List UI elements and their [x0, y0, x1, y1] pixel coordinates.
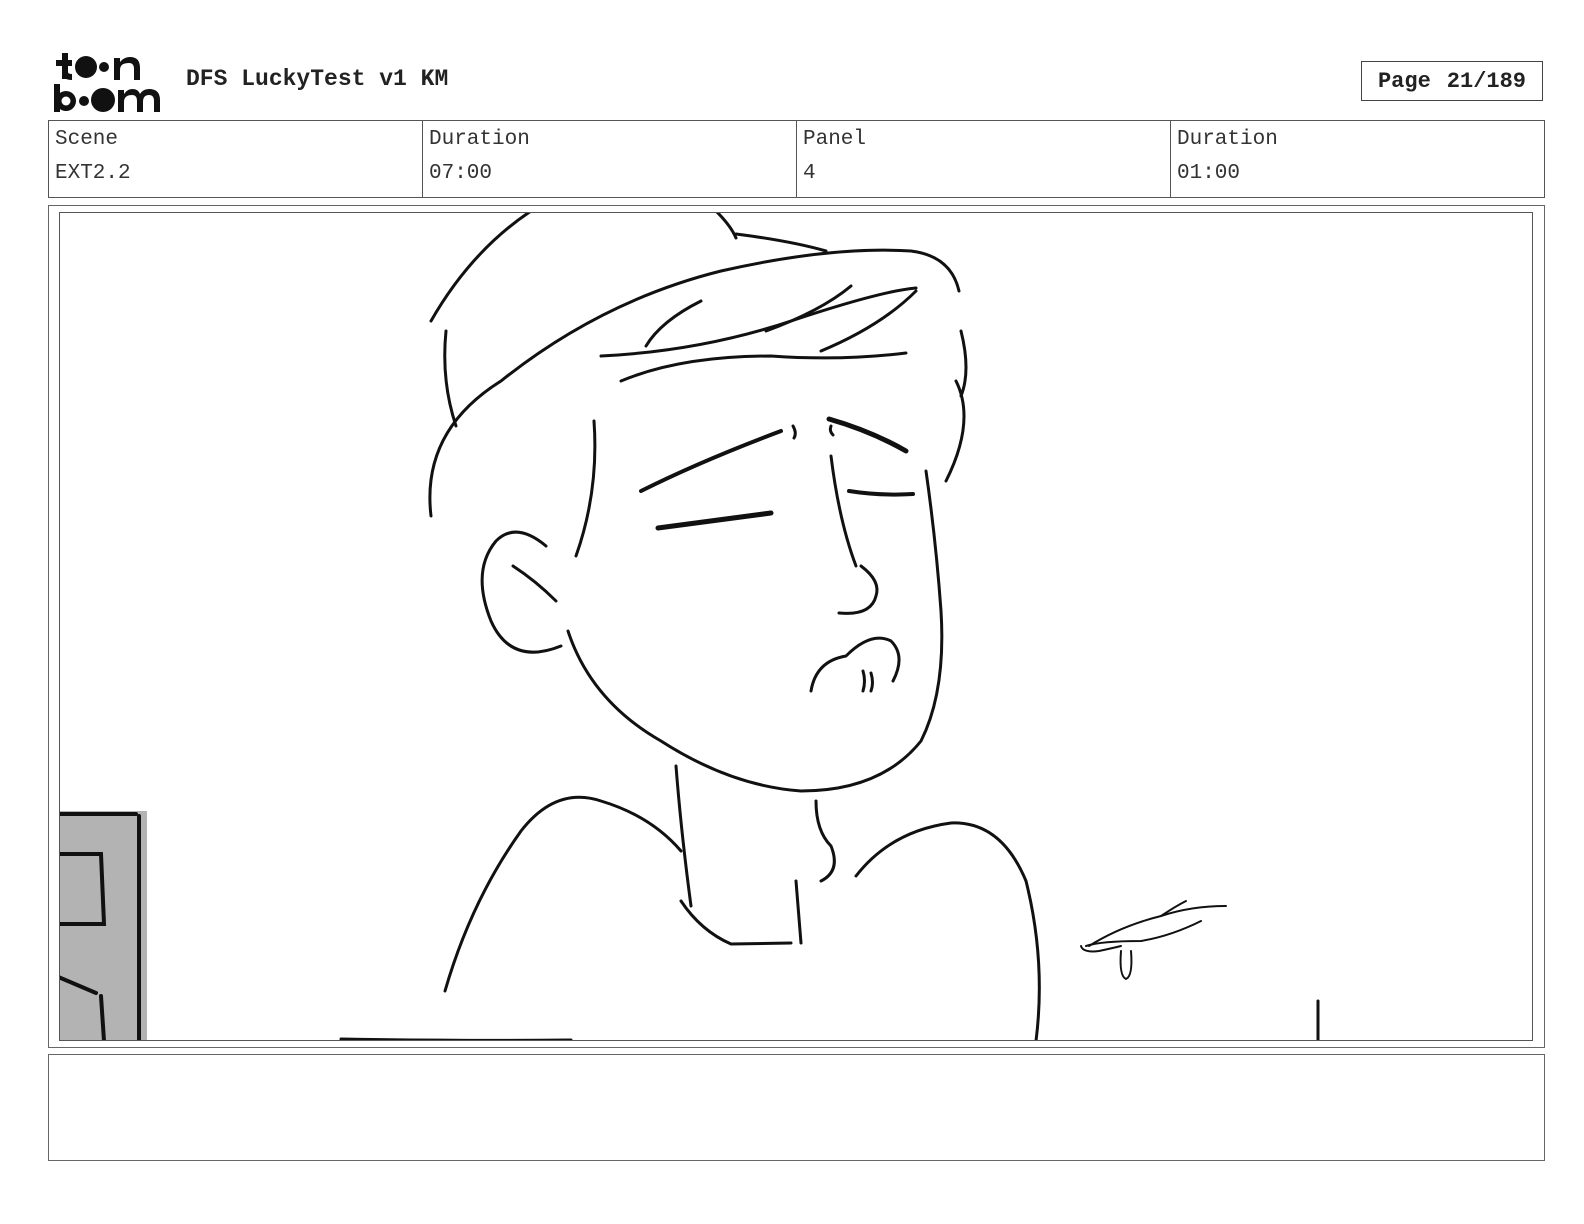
scene-duration-value: 07:00: [429, 162, 493, 185]
page-number: 21/189: [1446, 68, 1527, 94]
page-indicator: Page 21/189: [1361, 61, 1543, 101]
scene-info-row: Scene EXT2.2 Duration 07:00 Panel 4 Dura…: [48, 120, 1545, 198]
page-label: Page: [1377, 68, 1431, 94]
panel-label: Panel: [803, 128, 867, 151]
scene-cell: Scene EXT2.2: [49, 121, 423, 197]
scene-duration-label: Duration: [429, 128, 530, 151]
panel-duration-value: 01:00: [1177, 162, 1241, 185]
scene-value: EXT2.2: [55, 162, 131, 185]
toon-boom-logo: [54, 53, 160, 112]
storyboard-panel: [59, 212, 1533, 1041]
scene-label: Scene: [55, 128, 119, 151]
document-title: DFS LuckyTest v1 KM: [186, 66, 449, 92]
panel-value: 4: [803, 162, 816, 185]
panel-cell: Panel 4: [797, 121, 1171, 197]
panel-sketch: [60, 213, 1320, 1040]
panel-notes: [48, 1054, 1545, 1161]
scene-duration-cell: Duration 07:00: [423, 121, 797, 197]
panel-duration-cell: Duration 01:00: [1171, 121, 1544, 197]
panel-duration-label: Duration: [1177, 128, 1278, 151]
